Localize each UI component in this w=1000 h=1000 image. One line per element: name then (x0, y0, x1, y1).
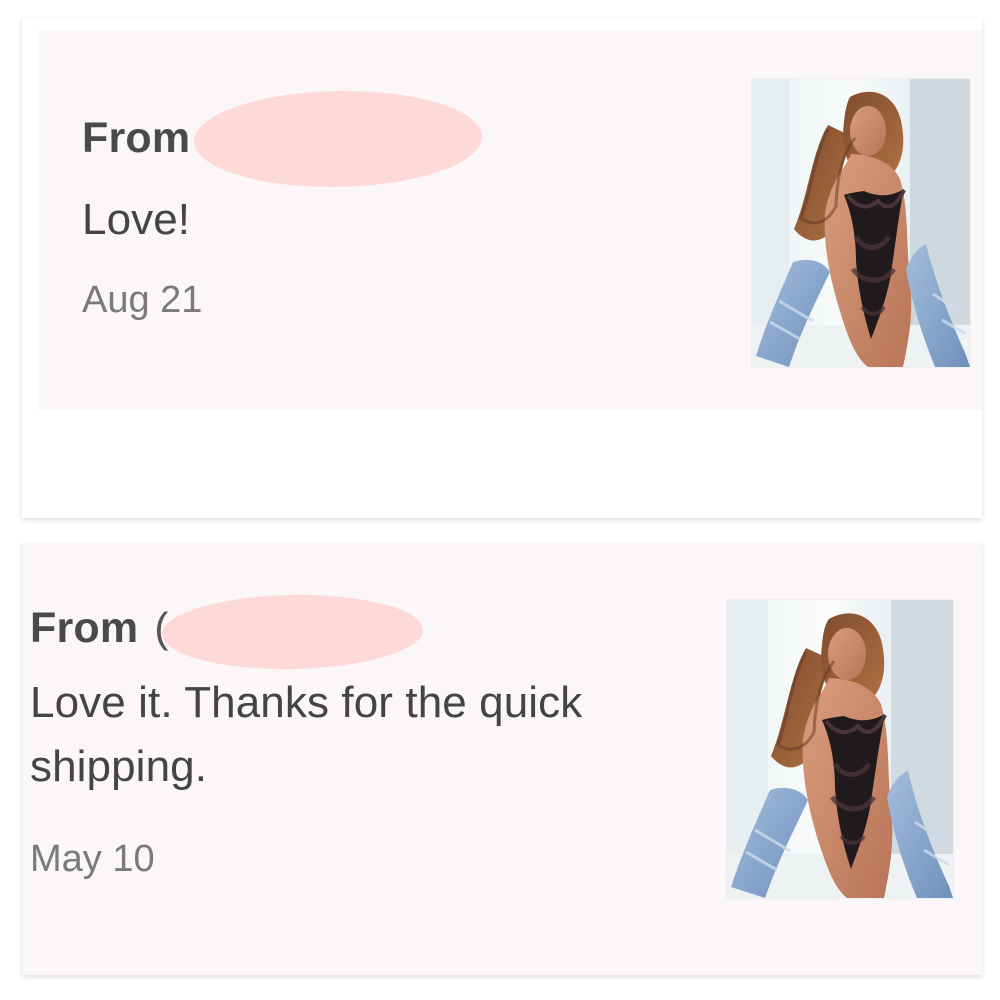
lace-bodysuit-product-photo-icon (727, 600, 953, 898)
review-text: Love! (82, 195, 191, 244)
redacted-author-name (193, 88, 484, 190)
review-text: Love it. Thanks for the quick shipping. (30, 678, 583, 791)
review-date: Aug 21 (82, 279, 203, 321)
review-author-row: From (82, 88, 484, 190)
product-thumbnail (751, 78, 971, 368)
review-card-panel: From Love! Aug 21 (38, 30, 982, 410)
product-thumbnail (726, 599, 954, 899)
review-screenshot: From Love! Aug 21 From (Love it. Thanks… (0, 0, 1000, 1000)
from-label: From (82, 113, 191, 162)
from-label: From (30, 603, 139, 652)
review-author-row: From ( (30, 591, 424, 672)
review-card: From Love! Aug 21 (22, 18, 982, 518)
redacted-author-name (161, 592, 424, 672)
review-date: May 10 (30, 838, 155, 880)
review-card: From ( Love it. Thanks for the quick shi… (22, 543, 982, 975)
review-card-panel: From ( Love it. Thanks for the quick shi… (22, 543, 982, 975)
lace-bodysuit-product-photo-icon (752, 79, 970, 367)
